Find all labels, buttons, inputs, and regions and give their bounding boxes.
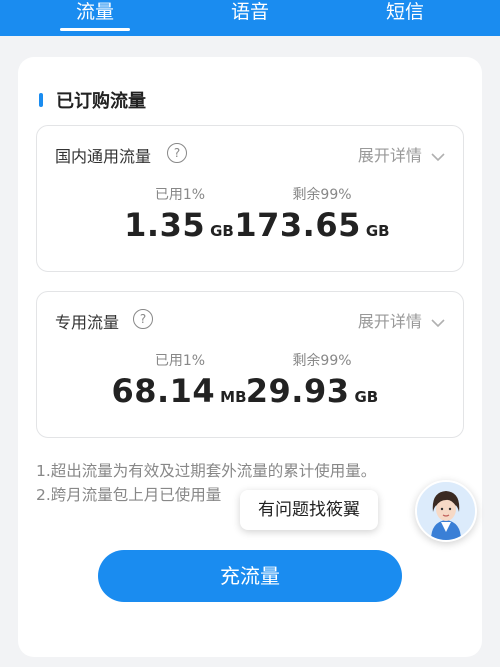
recharge-data-button[interactable]: 充流量 xyxy=(98,550,402,602)
used-number: 1.35 xyxy=(124,206,206,244)
assistant-avatar-art xyxy=(417,482,475,540)
chevron-down-icon xyxy=(431,152,445,161)
used-label: 已用1% xyxy=(154,187,206,203)
remaining-unit: GB xyxy=(354,388,379,406)
section-marker xyxy=(39,93,43,107)
remaining-number: 173.65 xyxy=(234,206,361,244)
remaining-number: 29.93 xyxy=(245,372,350,410)
top-tab-bar: 流量 语音 短信 xyxy=(0,0,500,36)
expand-details-label: 展开详情 xyxy=(357,146,422,165)
remaining-label: 剩余99% xyxy=(292,187,352,203)
expand-details-label: 展开详情 xyxy=(357,312,422,331)
assistant-tooltip[interactable]: 有问题找筱翼 xyxy=(240,490,378,530)
used-number: 68.14 xyxy=(111,372,216,410)
chevron-down-icon xyxy=(431,318,445,327)
active-tab-indicator xyxy=(60,28,130,31)
expand-details-button[interactable]: 展开详情 xyxy=(358,142,445,166)
domestic-data-box: 国内通用流量 ? 展开详情 已用1% 剩余99% 1.35 GB 173.65 GB xyxy=(36,125,464,272)
remaining-value: 29.93 GB xyxy=(222,372,402,410)
box-title: 专用流量 xyxy=(55,313,120,332)
help-icon[interactable]: ? xyxy=(133,309,153,329)
box-title: 国内通用流量 xyxy=(55,147,152,166)
tab-data[interactable]: 流量 xyxy=(40,0,150,30)
used-label: 已用1% xyxy=(154,353,206,369)
remaining-label: 剩余99% xyxy=(292,353,352,369)
remaining-value: 173.65 GB xyxy=(222,206,402,244)
remaining-unit: GB xyxy=(365,222,390,240)
note-line: 1.超出流量为有效及过期套外流量的累计使用量。 xyxy=(36,462,377,480)
dedicated-data-box: 专用流量 ? 展开详情 已用1% 剩余99% 68.14 MB 29.93 GB xyxy=(36,291,464,438)
tab-sms[interactable]: 短信 xyxy=(350,0,460,30)
assistant-avatar-icon[interactable] xyxy=(415,480,477,542)
tab-voice[interactable]: 语音 xyxy=(195,0,305,30)
help-icon[interactable]: ? xyxy=(167,143,187,163)
expand-details-button[interactable]: 展开详情 xyxy=(358,308,445,332)
section-title: 已订购流量 xyxy=(56,91,146,112)
